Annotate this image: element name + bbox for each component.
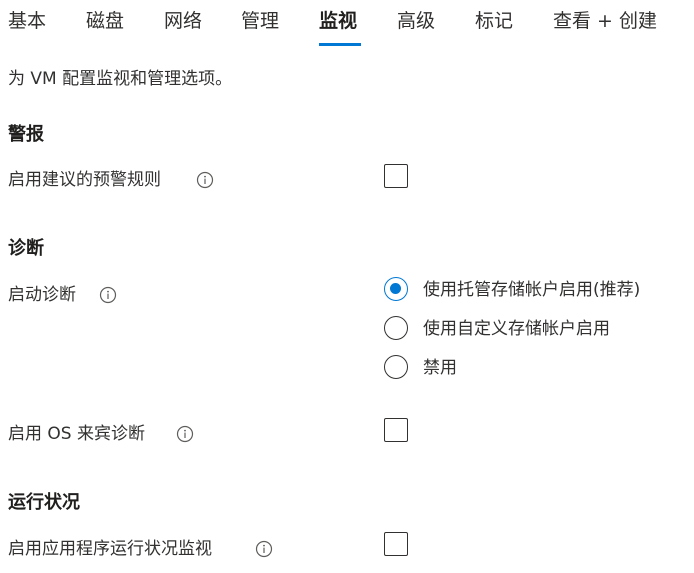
app-health-monitoring-checkbox[interactable] <box>384 532 408 556</box>
tab-disks[interactable]: 磁盘 <box>86 8 124 34</box>
boot-diagnostics-label: 启动诊断 <box>8 285 76 305</box>
boot-diag-managed-radio[interactable] <box>384 277 408 301</box>
info-icon[interactable] <box>255 540 273 558</box>
info-icon[interactable] <box>196 171 214 189</box>
tab-networking[interactable]: 网络 <box>164 8 202 34</box>
app-health-monitoring-label: 启用应用程序运行状况监视 <box>8 539 212 559</box>
active-tab-indicator <box>319 43 361 46</box>
boot-diag-managed-label[interactable]: 使用托管存储帐户启用(推荐) <box>423 278 640 302</box>
tab-advanced[interactable]: 高级 <box>397 8 435 34</box>
tab-basics[interactable]: 基本 <box>8 8 46 34</box>
tab-monitoring[interactable]: 监视 <box>319 8 357 34</box>
tab-management[interactable]: 管理 <box>241 8 279 34</box>
info-icon[interactable] <box>176 425 194 443</box>
enable-alert-rules-label: 启用建议的预警规则 <box>8 170 161 190</box>
guest-os-diagnostics-checkbox[interactable] <box>384 418 408 442</box>
section-title-diagnostics: 诊断 <box>8 238 44 259</box>
page-description: 为 VM 配置监视和管理选项。 <box>8 69 233 89</box>
boot-diag-disable-radio[interactable] <box>384 355 408 379</box>
guest-os-diagnostics-label: 启用 OS 来宾诊断 <box>8 424 145 444</box>
monitoring-tab-page: 基本 磁盘 网络 管理 监视 高级 标记 查看 + 创建 为 VM 配置监视和管… <box>0 0 694 573</box>
info-icon[interactable] <box>99 286 117 304</box>
tab-review-create[interactable]: 查看 + 创建 <box>553 8 657 34</box>
tab-tags[interactable]: 标记 <box>475 8 513 34</box>
boot-diag-custom-label[interactable]: 使用自定义存储帐户启用 <box>423 317 610 341</box>
tab-bar: 基本 磁盘 网络 管理 监视 高级 标记 查看 + 创建 <box>0 0 694 48</box>
section-title-alerts: 警报 <box>8 124 44 145</box>
boot-diag-disable-label[interactable]: 禁用 <box>423 356 457 380</box>
boot-diag-custom-radio[interactable] <box>384 316 408 340</box>
section-title-health: 运行状况 <box>8 492 80 513</box>
enable-alert-rules-checkbox[interactable] <box>384 164 408 188</box>
